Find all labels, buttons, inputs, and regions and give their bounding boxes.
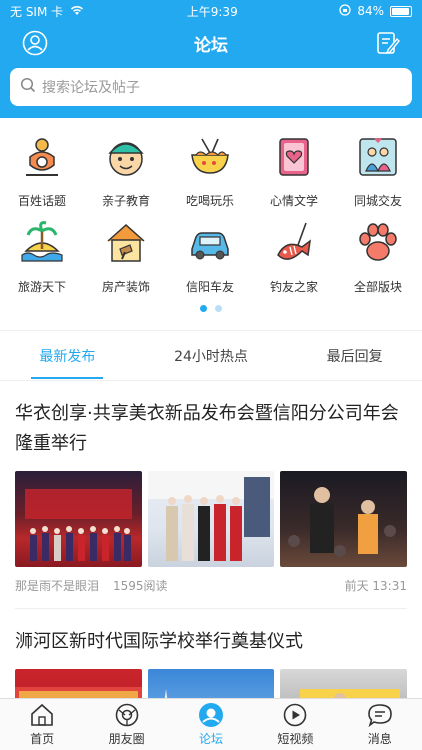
battery-icon <box>389 5 412 17</box>
post-thumbnail[interactable] <box>147 471 275 567</box>
tab-short-video[interactable]: 短视频 <box>260 702 330 747</box>
category-item[interactable]: 钓友之家 <box>252 218 336 304</box>
tab-label: 论坛 <box>198 732 223 746</box>
category-section: 百姓话题 亲子教育 吃喝玩乐 心情文学 同城交友 旅游天下 房产装饰 信阳车友 … <box>0 118 422 331</box>
fish-icon <box>269 218 319 268</box>
tab-label: 短视频 <box>277 732 314 746</box>
category-label: 心情文学 <box>269 194 318 208</box>
tab-home[interactable]: 首页 <box>7 702 77 747</box>
category-item[interactable]: 心情文学 <box>252 132 336 218</box>
category-item[interactable]: 全部版块 <box>336 218 420 304</box>
compose-post-button[interactable] <box>376 30 400 56</box>
category-label: 钓友之家 <box>269 280 318 294</box>
post-title[interactable]: 浉河区新时代国际学校举行奠基仪式 <box>15 627 407 657</box>
tab-friends[interactable]: 朋友圈 <box>92 702 162 747</box>
category-item[interactable]: 同城交友 <box>336 132 420 218</box>
category-label: 房产装饰 <box>101 280 150 294</box>
heart-book-icon <box>269 132 319 182</box>
bottom-tab-bar: 首页 朋友圈 论坛 短视频 消息 <box>0 698 422 750</box>
status-bar: 无 SIM 卡 上午9:39 84% <box>0 0 422 22</box>
house-icon <box>101 218 151 268</box>
video-icon <box>282 702 308 728</box>
user-avatar-button[interactable] <box>22 30 48 56</box>
post-author[interactable]: 那是雨不是眼泪 <box>15 577 99 594</box>
page-title: 论坛 <box>194 35 228 56</box>
category-item[interactable]: 吃喝玩乐 <box>168 132 252 218</box>
orientation-lock-icon <box>339 3 351 19</box>
category-item[interactable]: 百姓话题 <box>0 132 84 218</box>
tab-label: 首页 <box>30 732 55 746</box>
message-icon <box>367 702 393 728</box>
search-icon <box>20 77 36 97</box>
carrier-text: 无 SIM 卡 <box>10 4 64 19</box>
tab-label: 朋友圈 <box>108 732 145 746</box>
page-indicator <box>0 305 422 312</box>
battery-text: 84% <box>357 4 384 18</box>
noodle-bowl-icon <box>185 132 235 182</box>
category-label: 全部版块 <box>353 280 402 294</box>
category-label: 信阳车友 <box>185 280 234 294</box>
category-item[interactable]: 信阳车友 <box>168 218 252 304</box>
forum-icon <box>198 702 224 728</box>
post-time: 前天 13:31 <box>344 579 407 593</box>
post-thumbnail[interactable] <box>280 471 408 567</box>
tab-latest[interactable]: 最新发布 <box>31 334 104 379</box>
category-label: 旅游天下 <box>17 280 66 294</box>
tab-forum[interactable]: 论坛 <box>176 702 246 747</box>
category-item[interactable]: 房产装饰 <box>84 218 168 304</box>
tab-messages[interactable]: 消息 <box>345 702 415 747</box>
nav-bar: 论坛 <box>0 22 422 64</box>
post-meta: 那是雨不是眼泪 1595阅读 前天 13:31 <box>15 577 407 609</box>
couple-frame-icon <box>353 132 403 182</box>
category-grid: 百姓话题 亲子教育 吃喝玩乐 心情文学 同城交友 旅游天下 房产装饰 信阳车友 … <box>0 132 422 304</box>
search-placeholder: 搜索论坛及帖子 <box>42 80 140 96</box>
page-dot[interactable] <box>215 305 222 312</box>
child-face-icon <box>101 132 151 182</box>
people-topic-icon <box>17 132 67 182</box>
category-label: 亲子教育 <box>101 194 150 208</box>
status-time: 上午9:39 <box>186 4 238 19</box>
post-thumbnail[interactable] <box>15 471 142 567</box>
feed-tabs: 最新发布 24小时热点 最后回复 <box>0 331 422 381</box>
search-input[interactable]: 搜索论坛及帖子 <box>10 68 412 106</box>
post-title[interactable]: 华衣创享·共享美衣新品发布会暨信阳分公司年会隆重举行 <box>15 399 407 459</box>
tab-24h-hot[interactable]: 24小时热点 <box>174 334 248 378</box>
paw-icon <box>353 218 403 268</box>
forum-screen: 无 SIM 卡 上午9:39 84% 论坛 搜索论坛及帖子 百姓话题 亲子教育 … <box>0 0 422 750</box>
header: 无 SIM 卡 上午9:39 84% 论坛 搜索论坛及帖子 <box>0 0 422 118</box>
post-item[interactable]: 华衣创享·共享美衣新品发布会暨信阳分公司年会隆重举行 那是雨不是眼泪 1595阅… <box>0 381 422 609</box>
category-item[interactable]: 亲子教育 <box>84 132 168 218</box>
home-icon <box>29 702 55 728</box>
friends-icon <box>114 702 140 728</box>
tab-label: 消息 <box>367 732 392 746</box>
island-icon <box>17 218 67 268</box>
car-icon <box>185 218 235 268</box>
post-read-count: 1595阅读 <box>113 579 168 593</box>
category-item[interactable]: 旅游天下 <box>0 218 84 304</box>
page-dot-active[interactable] <box>200 305 207 312</box>
category-label: 吃喝玩乐 <box>185 194 234 208</box>
wifi-icon <box>69 4 85 19</box>
post-thumbnails <box>15 471 408 567</box>
tab-last-reply[interactable]: 最后回复 <box>327 334 383 378</box>
category-label: 百姓话题 <box>17 194 66 208</box>
category-label: 同城交友 <box>353 194 402 208</box>
